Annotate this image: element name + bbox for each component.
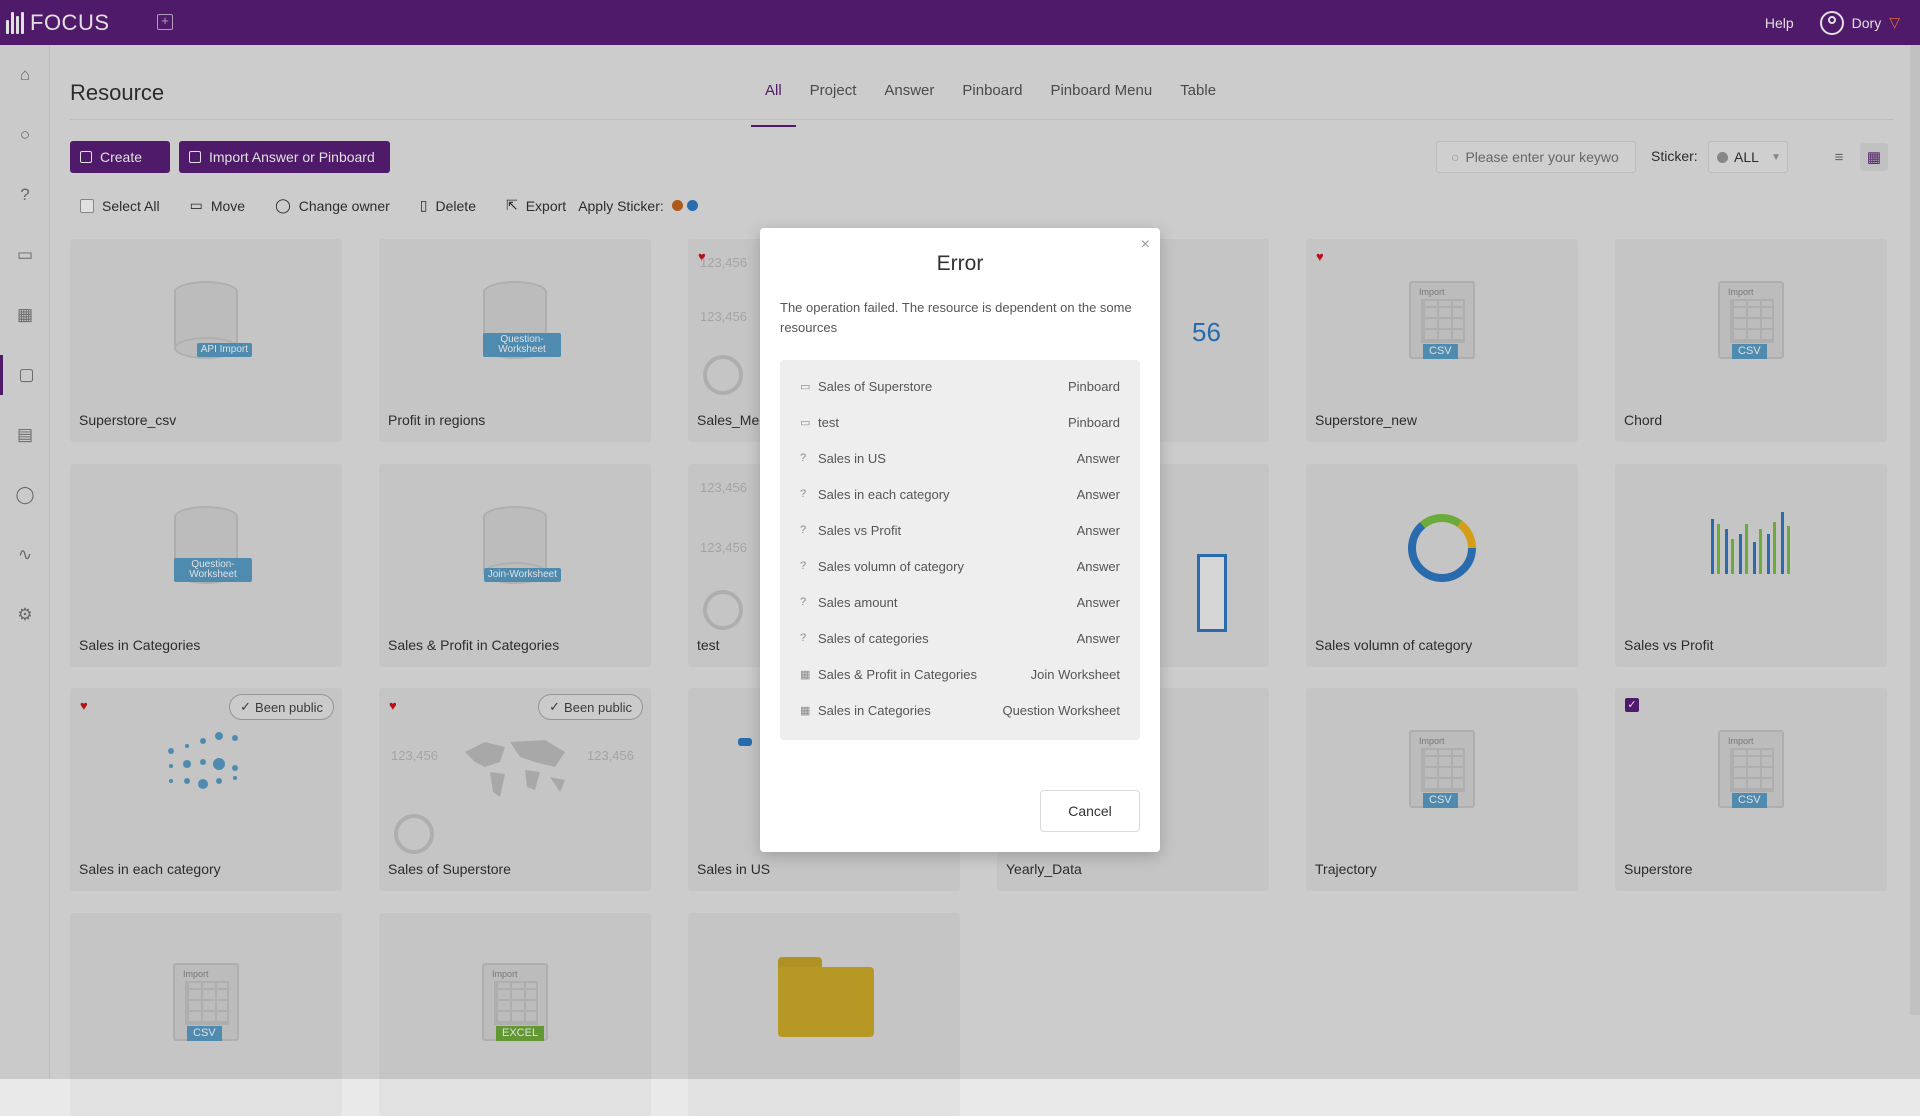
table-icon: ▦ <box>800 704 814 717</box>
list-item: ? Sales volumn of categoryAnswer <box>780 548 1140 584</box>
list-item: ? Sales in USAnswer <box>780 440 1140 476</box>
question-icon: ? <box>800 596 814 608</box>
dep-type: Answer <box>1077 559 1120 574</box>
dep-name: Sales volumn of category <box>818 559 1077 574</box>
question-icon: ? <box>800 488 814 500</box>
question-icon: ? <box>800 632 814 644</box>
dep-type: Answer <box>1077 595 1120 610</box>
dep-name: test <box>818 415 1068 430</box>
question-icon: ? <box>800 524 814 536</box>
pinboard-icon: ▭ <box>800 380 814 393</box>
list-item: ? Sales amountAnswer <box>780 584 1140 620</box>
error-dialog: × Error The operation failed. The resour… <box>760 228 1160 852</box>
dep-name: Sales of categories <box>818 631 1077 646</box>
list-item: ? Sales vs ProfitAnswer <box>780 512 1140 548</box>
error-message: The operation failed. The resource is de… <box>780 298 1140 338</box>
dep-type: Join Worksheet <box>1031 667 1120 682</box>
list-item: ? Sales of categoriesAnswer <box>780 620 1140 656</box>
dep-name: Sales amount <box>818 595 1077 610</box>
list-item: ▭ Sales of SuperstorePinboard <box>780 368 1140 404</box>
dep-name: Sales in each category <box>818 487 1077 502</box>
dep-name: Sales of Superstore <box>818 379 1068 394</box>
dialog-title: Error <box>760 252 1160 276</box>
dep-type: Pinboard <box>1068 415 1120 430</box>
table-icon: ▦ <box>800 668 814 681</box>
dep-type: Answer <box>1077 523 1120 538</box>
dep-type: Question Worksheet <box>1002 703 1120 718</box>
dependency-list: ▭Sales of SuperstorePinboard ▭testPinboa… <box>780 360 1140 740</box>
dep-type: Answer <box>1077 631 1120 646</box>
dep-type: Pinboard <box>1068 379 1120 394</box>
question-icon: ? <box>800 452 814 464</box>
pinboard-icon: ▭ <box>800 416 814 429</box>
cancel-button[interactable]: Cancel <box>1040 790 1140 832</box>
dep-name: Sales vs Profit <box>818 523 1077 538</box>
list-item: ▦ Sales & Profit in CategoriesJoin Worksh… <box>780 656 1140 692</box>
dep-type: Answer <box>1077 451 1120 466</box>
dep-type: Answer <box>1077 487 1120 502</box>
dep-name: Sales & Profit in Categories <box>818 667 1031 682</box>
dep-name: Sales in Categories <box>818 703 1002 718</box>
list-item: ▦ Sales in CategoriesQuestion Worksheet <box>780 692 1140 728</box>
dep-name: Sales in US <box>818 451 1077 466</box>
list-item: ▭ testPinboard <box>780 404 1140 440</box>
question-icon: ? <box>800 560 814 572</box>
list-item: ? Sales in each categoryAnswer <box>780 476 1140 512</box>
